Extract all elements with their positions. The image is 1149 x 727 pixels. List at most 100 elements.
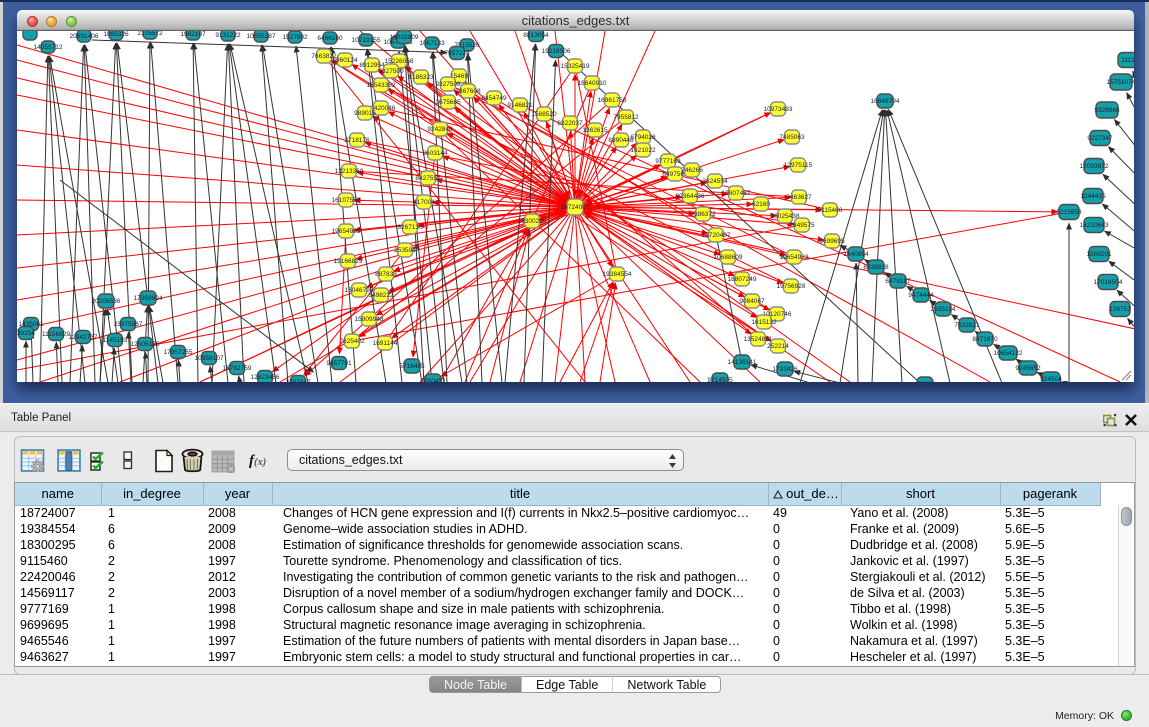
svg-text:16848794: 16848794 — [871, 98, 900, 105]
svg-text:17957255: 17957255 — [164, 349, 193, 356]
svg-text:18807249: 18807249 — [728, 276, 757, 283]
svg-text:19166829: 19166829 — [334, 258, 363, 265]
svg-text:12823466: 12823466 — [251, 374, 280, 381]
svg-text:14136141: 14136141 — [728, 359, 757, 366]
svg-text:1112: 1112 — [1121, 57, 1134, 64]
svg-text:1640954: 1640954 — [843, 251, 869, 258]
svg-text:12505135: 12505135 — [131, 341, 160, 348]
svg-text:12213369: 12213369 — [335, 168, 364, 175]
svg-text:3498222: 3498222 — [368, 292, 394, 299]
svg-text:5215958: 5215958 — [1056, 209, 1082, 216]
svg-text:8813054: 8813054 — [523, 32, 549, 39]
svg-text:8471670: 8471670 — [972, 336, 998, 343]
svg-text:7625402: 7625402 — [339, 338, 365, 345]
svg-text:39154: 39154 — [17, 330, 35, 337]
svg-text:16543362: 16543362 — [367, 82, 396, 89]
svg-text:9227347: 9227347 — [1087, 135, 1113, 142]
svg-text:13524851: 13524851 — [744, 336, 773, 343]
svg-text:1362615: 1362615 — [582, 127, 608, 134]
svg-text:23975867: 23975867 — [114, 321, 143, 328]
svg-text:1050452: 1050452 — [420, 378, 446, 382]
svg-text:10655287: 10655287 — [247, 33, 276, 40]
svg-text:7955812: 7955812 — [613, 114, 639, 121]
svg-text:9463627: 9463627 — [786, 194, 812, 201]
svg-text:7957224: 7957224 — [444, 50, 470, 57]
svg-text:7632621: 7632621 — [954, 322, 980, 329]
svg-text:15720407: 15720407 — [702, 232, 731, 239]
svg-text:6794028: 6794028 — [630, 134, 656, 141]
svg-text:8322037: 8322037 — [557, 120, 583, 127]
svg-text:1691144: 1691144 — [373, 340, 398, 347]
svg-text:9318: 9318 — [918, 381, 933, 382]
svg-text:2935114: 2935114 — [931, 306, 956, 313]
svg-text:20691406: 20691406 — [70, 33, 99, 40]
svg-text:19756928: 19756928 — [777, 283, 806, 290]
svg-text:10654122: 10654122 — [994, 350, 1023, 357]
svg-text:7485063: 7485063 — [779, 134, 805, 141]
svg-text:9242848: 9242848 — [427, 126, 453, 133]
svg-text:12093872: 12093872 — [1080, 163, 1109, 170]
svg-text:16961758: 16961758 — [598, 97, 627, 104]
svg-text:1569291: 1569291 — [1086, 251, 1112, 258]
svg-text:15809948: 15809948 — [355, 316, 384, 323]
svg-text:1067133: 1067133 — [419, 40, 445, 47]
svg-text:1615132: 1615132 — [751, 319, 777, 326]
svg-text:12942737: 12942737 — [69, 334, 98, 341]
svg-text:19218506: 19218506 — [542, 48, 571, 55]
svg-text:16107553: 16107553 — [332, 197, 361, 204]
svg-text:1145193: 1145193 — [103, 337, 128, 344]
svg-text:14055712: 14055712 — [34, 44, 63, 51]
svg-text:1282347: 1282347 — [285, 379, 311, 382]
svg-text:19654985: 19654985 — [332, 228, 361, 235]
svg-text:10719155: 10719155 — [352, 37, 381, 44]
svg-text:9777169: 9777169 — [655, 158, 681, 165]
svg-text:9084067: 9084067 — [739, 298, 765, 305]
svg-text:3675685: 3675685 — [435, 99, 461, 106]
svg-text:1962107: 1962107 — [180, 31, 206, 38]
svg-text:1244415: 1244415 — [1080, 193, 1106, 200]
svg-text:746266: 746266 — [681, 167, 703, 174]
svg-text:9115460: 9115460 — [818, 207, 843, 214]
svg-text:16782759: 16782759 — [223, 365, 252, 372]
svg-text:20206536: 20206536 — [92, 298, 121, 305]
svg-text:417004: 417004 — [413, 199, 435, 206]
svg-text:9699695: 9699695 — [819, 238, 845, 245]
svg-text:7386372: 7386372 — [690, 211, 716, 218]
svg-text:18640910: 18640910 — [578, 80, 607, 87]
svg-text:1588520: 1588520 — [531, 111, 557, 118]
svg-text:9474444: 9474444 — [908, 292, 934, 299]
svg-text:15325419: 15325419 — [561, 63, 590, 70]
svg-text:8427552: 8427552 — [415, 175, 441, 182]
svg-text:9245652: 9245652 — [1015, 365, 1041, 372]
svg-text:9329966: 9329966 — [1094, 107, 1120, 114]
svg-text:10688609: 10688609 — [714, 254, 743, 261]
svg-text:20364436: 20364436 — [676, 193, 705, 200]
svg-text:11156829: 11156829 — [42, 331, 70, 338]
svg-text:12975115: 12975115 — [784, 162, 813, 169]
svg-text:6466160: 6466160 — [317, 35, 343, 42]
svg-text:19654923: 19654923 — [780, 254, 809, 261]
svg-text:18724007: 18724007 — [561, 204, 590, 211]
svg-text:9457791: 9457791 — [326, 360, 352, 367]
svg-text:10807487: 10807487 — [722, 190, 751, 197]
svg-text:17359924: 17359924 — [134, 295, 163, 302]
svg-text:887833: 887833 — [375, 271, 397, 278]
svg-text:924504: 924504 — [1040, 376, 1062, 382]
svg-text:6879197: 6879197 — [885, 278, 911, 285]
svg-text:5716485: 5716485 — [399, 363, 425, 370]
svg-text:17016504: 17016504 — [1094, 279, 1123, 286]
svg-text:3267130: 3267130 — [397, 224, 423, 231]
svg-text:126753: 126753 — [1109, 306, 1131, 313]
svg-text:9131222: 9131222 — [215, 32, 241, 39]
svg-text:8186323: 8186323 — [408, 74, 434, 81]
svg-text:9327500: 9327500 — [378, 68, 404, 75]
svg-text:1527602: 1527602 — [282, 34, 308, 41]
svg-text:15751074: 15751074 — [1107, 79, 1134, 86]
svg-text:253594: 253594 — [394, 247, 416, 254]
svg-text:16033809: 16033809 — [390, 34, 419, 41]
svg-text:16210643: 16210643 — [1080, 222, 1109, 229]
svg-text:19384554: 19384554 — [603, 271, 632, 278]
svg-text:9146821: 9146821 — [507, 102, 533, 109]
svg-text:1621022: 1621022 — [630, 147, 656, 154]
svg-text:2867608: 2867608 — [455, 88, 481, 95]
